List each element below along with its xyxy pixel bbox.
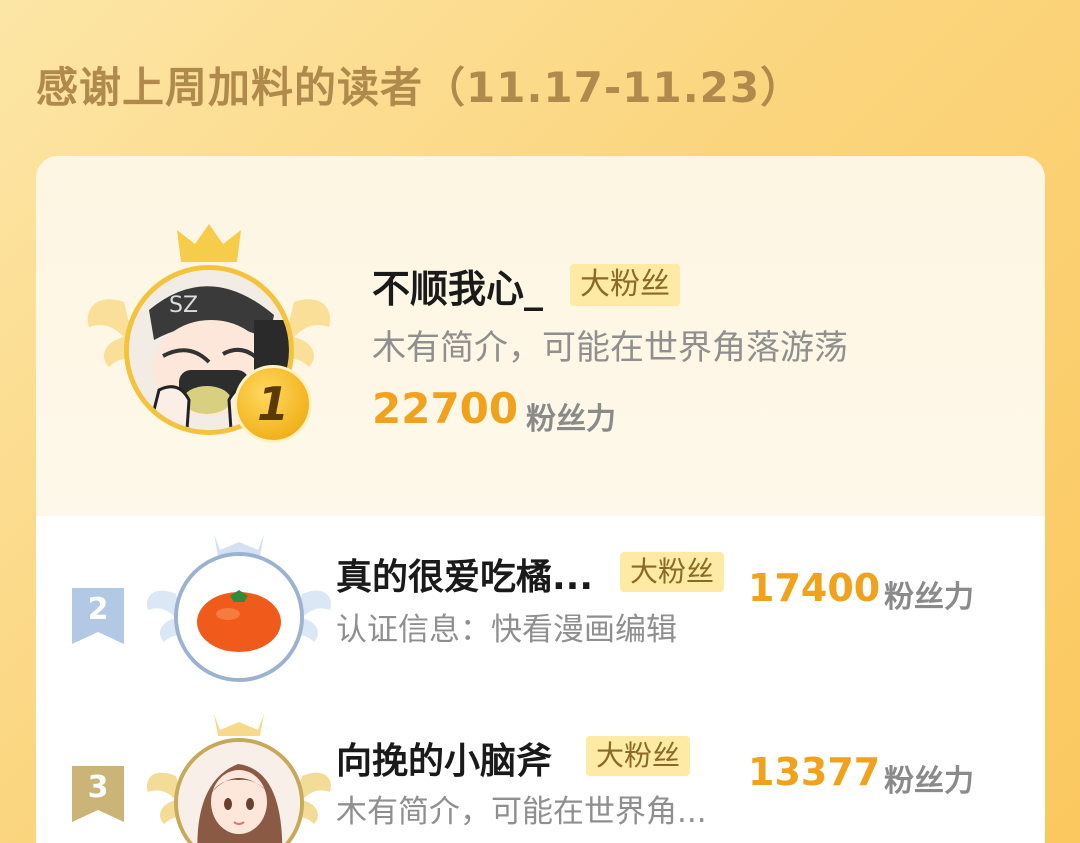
fan-name[interactable]: 真的很爱吃橘... [336, 548, 593, 600]
ranking-card: SZ 1 不顺我心_ 大粉丝 木有简介，可能在世界角落游荡 22700 粉丝力 [36, 156, 1045, 843]
avatar[interactable] [174, 552, 304, 682]
fan-power-value: 22700 [372, 384, 519, 433]
fan-power-label: 粉丝力 [884, 580, 974, 615]
svg-text:SZ: SZ [169, 293, 198, 318]
tangerine-avatar-icon [178, 556, 300, 678]
rank-number: 3 [87, 770, 109, 805]
fan-power-label: 粉丝力 [884, 764, 974, 799]
list-item[interactable]: 2 真的很爱吃橘... 大粉丝 认证信息：快看漫画编辑 17400 粉丝力 [36, 534, 1045, 694]
fan-level-tag: 大粉丝 [570, 264, 680, 306]
rank-2-ribbon: 2 [72, 588, 124, 644]
crown-icon [177, 224, 241, 262]
rank-1-medal: 1 [234, 365, 312, 443]
fan-bio: 认证信息：快看漫画编辑 [336, 612, 677, 648]
rank-2-avatar-frame [144, 534, 334, 694]
fan-name[interactable]: 不顺我心_ [372, 258, 543, 313]
fan-power-label: 粉丝力 [526, 402, 616, 437]
fan-power-value: 17400 [748, 566, 881, 610]
fan-power-value: 13377 [748, 750, 881, 794]
rank-3-ribbon: 3 [72, 766, 124, 822]
fan-level-tag: 大粉丝 [620, 552, 725, 592]
fan-level-tag: 大粉丝 [586, 736, 691, 776]
rank-3-avatar-frame [144, 714, 334, 843]
top-fan-section[interactable]: SZ 1 不顺我心_ 大粉丝 木有简介，可能在世界角落游荡 22700 粉丝力 [36, 156, 1045, 516]
fan-bio: 木有简介，可能在世界角... [336, 794, 707, 830]
anime-girl-avatar-icon [178, 742, 300, 843]
fan-bio: 木有简介，可能在世界角落游荡 [372, 328, 848, 368]
list-item[interactable]: 3 向挽的小脑斧 大粉丝 木有简介，可能在世界角... 13377 粉丝力 [36, 714, 1045, 843]
rank-number: 2 [87, 592, 109, 627]
page-title: 感谢上周加料的读者（11.17-11.23） [36, 63, 804, 112]
fan-name[interactable]: 向挽的小脑斧 [336, 732, 552, 784]
rank-1-avatar-frame: SZ 1 [84, 222, 334, 452]
